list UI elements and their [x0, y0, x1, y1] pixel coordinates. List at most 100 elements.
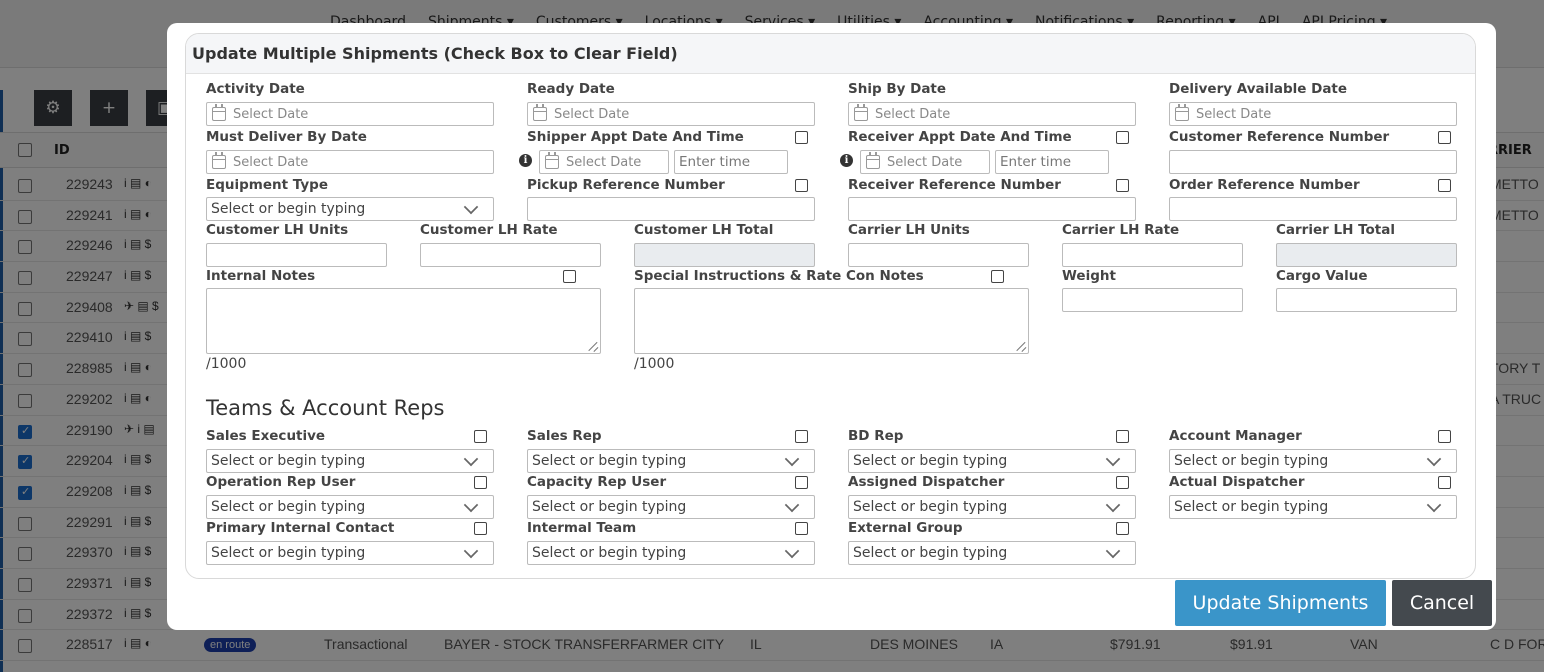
- delivery-available-date-label: Delivery Available Date: [1169, 81, 1348, 97]
- weight-input[interactable]: [1062, 288, 1243, 312]
- carrier-lh-rate-input[interactable]: [1062, 243, 1243, 267]
- cancel-button[interactable]: Cancel: [1392, 580, 1492, 626]
- special-instructions-clear-checkbox[interactable]: [991, 270, 1004, 283]
- actual-dispatcher-clear-checkbox[interactable]: [1438, 476, 1451, 489]
- resize-handle-icon[interactable]: [1016, 341, 1026, 351]
- chevron-down-icon: [463, 497, 479, 513]
- carrier-lh-units-input[interactable]: [848, 243, 1029, 267]
- primary-internal-contact-clear-checkbox[interactable]: [474, 522, 487, 535]
- receiver-appt-date-input[interactable]: Select Date: [860, 150, 990, 174]
- shipper-appt-time-placeholder: Enter time: [679, 154, 751, 170]
- ship-by-date-placeholder: Select Date: [875, 106, 951, 122]
- account-manager-select[interactable]: Select or begin typing: [1169, 449, 1457, 473]
- carrier-lh-total-input: [1276, 243, 1457, 267]
- account-manager-clear-checkbox[interactable]: [1438, 430, 1451, 443]
- internal-team-clear-checkbox[interactable]: [795, 522, 808, 535]
- customer-lh-units-input[interactable]: [206, 243, 387, 267]
- internal-notes-counter: /1000: [206, 356, 247, 372]
- calendar-icon: [212, 152, 226, 169]
- modal-content: Update Multiple Shipments (Check Box to …: [185, 33, 1476, 579]
- operation-rep-user-clear-checkbox[interactable]: [474, 476, 487, 489]
- receiver-appt-clear-checkbox[interactable]: [1116, 131, 1129, 144]
- order-reference-number-label: Order Reference Number: [1169, 177, 1360, 193]
- external-group-clear-checkbox[interactable]: [1116, 522, 1129, 535]
- equipment-type-placeholder: Select or begin typing: [211, 201, 366, 217]
- sales-rep-select[interactable]: Select or begin typing: [527, 449, 815, 473]
- sales-executive-clear-checkbox[interactable]: [474, 430, 487, 443]
- sales-rep-clear-checkbox[interactable]: [795, 430, 808, 443]
- capacity-rep-user-clear-checkbox[interactable]: [795, 476, 808, 489]
- receiver-appt-time-input[interactable]: Enter time: [995, 150, 1109, 174]
- operation-rep-user-select[interactable]: Select or begin typing: [206, 495, 494, 519]
- special-instructions-textarea[interactable]: [634, 288, 1029, 354]
- primary-internal-contact-select[interactable]: Select or begin typing: [206, 541, 494, 565]
- calendar-icon: [212, 104, 226, 121]
- calendar-icon: [545, 152, 559, 169]
- shipper-appt-time-input[interactable]: Enter time: [674, 150, 788, 174]
- info-icon[interactable]: i: [840, 154, 853, 167]
- customer-lh-total-label: Customer LH Total: [634, 222, 774, 238]
- internal-team-label: Intermal Team: [527, 520, 637, 536]
- receiver-appt-time-placeholder: Enter time: [1000, 154, 1072, 170]
- shipper-appt-label: Shipper Appt Date And Time: [527, 129, 744, 145]
- chevron-down-icon: [784, 497, 800, 513]
- shipper-appt-clear-checkbox[interactable]: [795, 131, 808, 144]
- ready-date-label: Ready Date: [527, 81, 615, 97]
- chevron-down-icon: [784, 451, 800, 467]
- info-icon[interactable]: i: [519, 154, 532, 167]
- internal-notes-textarea[interactable]: [206, 288, 601, 354]
- external-group-select[interactable]: Select or begin typing: [848, 541, 1136, 565]
- carrier-lh-units-label: Carrier LH Units: [848, 222, 970, 238]
- internal-notes-label: Internal Notes: [206, 268, 316, 284]
- bd-rep-clear-checkbox[interactable]: [1116, 430, 1129, 443]
- chevron-down-icon: [1426, 497, 1442, 513]
- operation-rep-user-label: Operation Rep User: [206, 474, 356, 490]
- receiver-reference-number-clear-checkbox[interactable]: [1116, 179, 1129, 192]
- assigned-dispatcher-placeholder: Select or begin typing: [853, 499, 1008, 515]
- carrier-lh-rate-label: Carrier LH Rate: [1062, 222, 1180, 238]
- ship-by-date-input[interactable]: Select Date: [848, 102, 1136, 126]
- cargo-value-input[interactable]: [1276, 288, 1457, 312]
- special-instructions-label: Special Instructions & Rate Con Notes: [634, 268, 924, 284]
- customer-reference-number-input[interactable]: [1169, 150, 1457, 174]
- sales-executive-placeholder: Select or begin typing: [211, 453, 366, 469]
- assigned-dispatcher-clear-checkbox[interactable]: [1116, 476, 1129, 489]
- actual-dispatcher-select[interactable]: Select or begin typing: [1169, 495, 1457, 519]
- calendar-icon: [854, 104, 868, 121]
- weight-label: Weight: [1062, 268, 1116, 284]
- delivery-available-date-input[interactable]: Select Date: [1169, 102, 1457, 126]
- assigned-dispatcher-label: Assigned Dispatcher: [848, 474, 1005, 490]
- activity-date-input[interactable]: Select Date: [206, 102, 494, 126]
- activity-date-placeholder: Select Date: [233, 106, 309, 122]
- ready-date-input[interactable]: Select Date: [527, 102, 815, 126]
- equipment-type-select[interactable]: Select or begin typing: [206, 197, 494, 221]
- shipper-appt-date-placeholder: Select Date: [566, 154, 642, 170]
- capacity-rep-user-select[interactable]: Select or begin typing: [527, 495, 815, 519]
- shipper-appt-date-input[interactable]: Select Date: [539, 150, 669, 174]
- internal-team-select[interactable]: Select or begin typing: [527, 541, 815, 565]
- must-deliver-by-date-input[interactable]: Select Date: [206, 150, 494, 174]
- internal-team-placeholder: Select or begin typing: [532, 545, 687, 561]
- order-reference-number-input[interactable]: [1169, 197, 1457, 221]
- ready-date-placeholder: Select Date: [554, 106, 630, 122]
- update-shipments-button[interactable]: Update Shipments: [1175, 580, 1386, 626]
- customer-lh-rate-input[interactable]: [420, 243, 601, 267]
- customer-lh-units-label: Customer LH Units: [206, 222, 349, 238]
- receiver-appt-date-placeholder: Select Date: [887, 154, 963, 170]
- pickup-reference-number-input[interactable]: [527, 197, 815, 221]
- customer-reference-number-clear-checkbox[interactable]: [1438, 131, 1451, 144]
- assigned-dispatcher-select[interactable]: Select or begin typing: [848, 495, 1136, 519]
- pickup-reference-number-clear-checkbox[interactable]: [795, 179, 808, 192]
- customer-lh-total-input: [634, 243, 815, 267]
- must-deliver-by-date-placeholder: Select Date: [233, 154, 309, 170]
- chevron-down-icon: [1105, 543, 1121, 559]
- calendar-icon: [866, 152, 880, 169]
- internal-notes-clear-checkbox[interactable]: [563, 270, 576, 283]
- receiver-reference-number-input[interactable]: [848, 197, 1136, 221]
- bd-rep-select[interactable]: Select or begin typing: [848, 449, 1136, 473]
- sales-executive-select[interactable]: Select or begin typing: [206, 449, 494, 473]
- resize-handle-icon[interactable]: [588, 341, 598, 351]
- order-reference-number-clear-checkbox[interactable]: [1438, 179, 1451, 192]
- chevron-down-icon: [1105, 497, 1121, 513]
- carrier-lh-total-label: Carrier LH Total: [1276, 222, 1395, 238]
